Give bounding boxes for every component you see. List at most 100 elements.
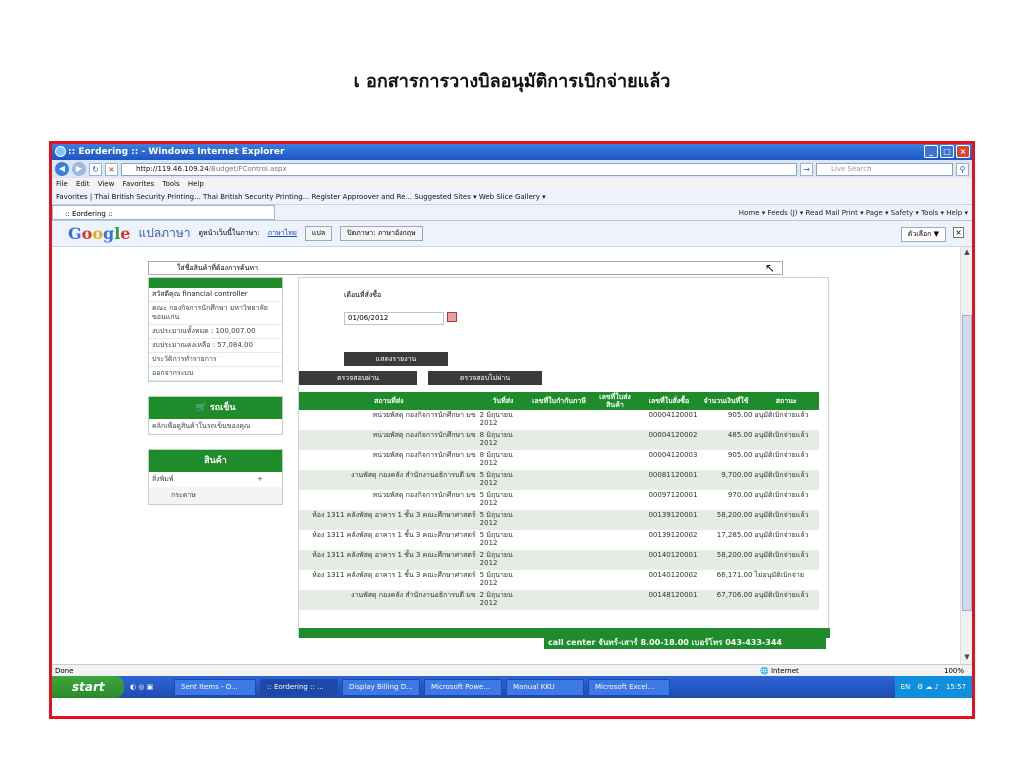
category-item[interactable]: สิ่งพิมพ์ + xyxy=(149,472,282,487)
month-label: เดือนที่สั่งซื้อ xyxy=(344,291,382,299)
cart-link[interactable]: คลิกเพื่อดูสินค้าในรถเข็นของคุณ xyxy=(149,419,282,434)
address-bar-row: ◀ ▶ ↻ × http://119.46.109.24/Budget/FCon… xyxy=(52,160,972,178)
sidebar-item-history[interactable]: ประวัติการทำรายการ xyxy=(149,353,282,367)
tab-eordering[interactable]: :: Eordering :: xyxy=(52,205,275,220)
taskbar-item[interactable]: Microsoft Excel... xyxy=(588,678,670,696)
minimize-button[interactable]: _ xyxy=(924,145,938,158)
vertical-scrollbar[interactable]: ▲ ▼ xyxy=(960,247,972,664)
taskbar-item[interactable]: Manual KKU xyxy=(506,678,584,696)
table-cell-date: 2 มิถุนายน 2012 xyxy=(478,550,528,570)
table-cell-amt: 58,200.00 xyxy=(698,510,754,530)
table-cell-del xyxy=(590,550,640,570)
table-row: งานพัสดุ กองคลัง สำนักงานอธิการบดี มข 2 ม… xyxy=(299,590,819,610)
sidebar-header xyxy=(149,278,282,288)
call-center-bar: call center จันทร์-เสาร์ 8.00-18.00 เบอร… xyxy=(544,637,826,649)
table-row: ห้อง 1311 คลังพัสดุ อาคาร 1 ชั้น 3 คณะศึ… xyxy=(299,530,819,550)
translate-label: แปลภาษา xyxy=(138,226,191,240)
cart-box: 🛒 รถเข็น คลิกเพื่อดูสินค้าในรถเข็นของคุณ xyxy=(148,396,283,435)
table-cell-tax xyxy=(527,450,590,470)
language-indicator[interactable]: EN xyxy=(901,683,911,691)
table-cell-loc: หน่วยพัสดุ กองกิจการนักศึกษา มข xyxy=(372,411,476,419)
taskbar-item[interactable]: Microsoft Powe... xyxy=(424,678,502,696)
table-cell-date: 2 มิถุนายน 2012 xyxy=(478,590,528,610)
taskbar-item[interactable]: Display Billing D... xyxy=(342,678,420,696)
page-content: ใส่ชื่อสินค้าที่ต้องการค้นหา ↖ สวัสดีคุณ… xyxy=(52,247,972,664)
quick-launch[interactable]: ◐ ◎ ▣ xyxy=(130,683,170,691)
table-cell-po: 00004120001 xyxy=(648,411,698,419)
subcategory-item[interactable]: กระดาษ xyxy=(149,487,282,504)
scroll-down-icon[interactable]: ▼ xyxy=(962,653,972,663)
table-cell-date: 5 มิถุนายน 2012 xyxy=(479,571,513,587)
table-cell-loc: ห้อง 1311 คลังพัสดุ อาคาร 1 ชั้น 3 คณะศึ… xyxy=(299,510,479,530)
clock: 15:57 xyxy=(945,683,966,691)
table-cell-tax xyxy=(527,490,590,510)
google-logo: Google xyxy=(68,224,131,243)
table-cell-tax xyxy=(527,510,591,530)
table-cell-date: 2 มิถุนายน 2012 xyxy=(479,411,513,427)
sidebar-greeting: สวัสดีคุณ financial controller xyxy=(149,288,282,302)
refresh-icon[interactable]: ↻ xyxy=(89,162,102,176)
cart-title: 🛒 รถเข็น xyxy=(149,397,282,419)
search-input[interactable]: Live Search xyxy=(816,162,953,176)
report-panel: เดือนที่สั่งซื้อ 01/06/2012 แสดงรายงาน ต… xyxy=(298,277,830,638)
table-cell-del xyxy=(590,590,640,610)
sidebar-item-logout[interactable]: ออกจากระบบ xyxy=(149,367,282,381)
slide-title: เ อกสารการวางบิลอนุมัติการเบิกจ่ายแล้ว xyxy=(353,71,671,92)
calendar-icon[interactable] xyxy=(447,312,457,322)
system-tray: EN ⚙ ☁ ♪ 15:57 xyxy=(894,676,972,698)
translate-button[interactable]: แปล xyxy=(304,226,333,241)
table-cell-status: อนุมัติเบิกจ่ายแล้ว xyxy=(753,550,819,570)
show-report-button[interactable]: แสดงรายงาน xyxy=(344,352,448,366)
start-button[interactable]: start xyxy=(52,676,124,698)
stop-icon[interactable]: × xyxy=(105,162,118,176)
language-select[interactable]: ภาษาไทย xyxy=(268,228,297,239)
table-cell-loc: ห้อง 1311 คลังพัสดุ อาคาร 1 ชั้น 3 คณะศึ… xyxy=(299,550,479,570)
google-translate-bar: Google แปลภาษา ดูหน้าเว็บนี้ในภาษา: ภาษา… xyxy=(52,221,972,247)
maximize-button[interactable]: □ xyxy=(940,145,954,158)
table-header-cell: เลขที่ใบกำกับภาษี xyxy=(527,392,591,410)
tab-passed[interactable]: ตรวจสอบผ่าน xyxy=(299,371,417,385)
forward-button[interactable]: ▶ xyxy=(72,162,86,176)
back-button[interactable]: ◀ xyxy=(55,162,69,176)
go-button[interactable]: → xyxy=(800,162,813,176)
options-button[interactable]: ตัวเลือก ▼ xyxy=(900,227,946,242)
scroll-up-icon[interactable]: ▲ xyxy=(962,248,972,258)
zoom-level[interactable]: 100% xyxy=(944,665,964,677)
menu-bar[interactable]: File Edit View Favorites Tools Help xyxy=(52,178,972,190)
table-cell-status: อนุมัติเบิกจ่ายแล้ว xyxy=(753,590,819,610)
address-input[interactable]: http://119.46.109.24/Budget/FControl.asp… xyxy=(121,162,797,176)
table-cell-po: 00148120001 xyxy=(639,590,699,610)
table-cell-loc: หน่วยพัสดุ กองกิจการนักศึกษา มข xyxy=(372,491,476,499)
table-cell-status: อนุมัติเบิกจ่ายแล้ว xyxy=(754,491,809,499)
sidebar-department: คณะ กองกิจการนักศึกษา มหาวิทยาลัยขอนแก่น xyxy=(149,302,282,325)
tab-failed[interactable]: ตรวจสอบไม่ผ่าน xyxy=(428,371,542,385)
table-cell-amt: 485.00 xyxy=(698,430,754,450)
table-cell-status: อนุมัติเบิกจ่ายแล้ว xyxy=(754,411,809,419)
view-prompt: ดูหน้าเว็บนี้ในภาษา: xyxy=(198,229,260,237)
table-cell-po: 00139120001 xyxy=(639,510,699,530)
close-translate-icon[interactable]: × xyxy=(953,227,964,238)
scroll-thumb[interactable] xyxy=(962,315,972,611)
product-search-input[interactable]: ใส่ชื่อสินค้าที่ต้องการค้นหา xyxy=(148,261,783,275)
command-bar[interactable]: Home ▾ Feeds (J) ▾ Read Mail Print ▾ Pag… xyxy=(275,205,972,220)
table-cell-amt: 67,706.00 xyxy=(698,590,754,610)
products-box: สินค้า สิ่งพิมพ์ + กระดาษ xyxy=(148,449,283,505)
ie-icon xyxy=(55,146,66,157)
date-input[interactable]: 01/06/2012 xyxy=(344,312,444,325)
taskbar: start ◐ ◎ ▣ Sent Items - O...:: Eorderin… xyxy=(52,676,972,698)
table-cell-amt: 9,700.00 xyxy=(698,470,754,490)
sidebar-budget-total: งบประมาณทั้งหมด : 100,007.00 xyxy=(149,325,282,339)
taskbar-item[interactable]: :: Eordering :: ... xyxy=(260,678,338,696)
search-icon[interactable]: ⚲ xyxy=(956,162,969,176)
table-header-cell: เลขที่ใบส่งสินค้า xyxy=(590,392,640,410)
report-table: สถานที่ส่ง วันที่ส่ง เลขที่ใบกำกับภาษี เลขท… xyxy=(299,392,830,610)
taskbar-item[interactable]: Sent Items - O... xyxy=(174,678,256,696)
turn-off-button[interactable]: ปิดภาษา: ภาษาอังกฤษ xyxy=(340,226,423,241)
favorites-bar[interactable]: Favorites | Thai British Security Printi… xyxy=(52,190,972,205)
table-cell-status: อนุมัติเบิกจ่ายแล้ว xyxy=(753,430,819,450)
table-cell-amt: 970.00 xyxy=(727,491,753,499)
table-cell-status: อนุมัติเบิกจ่ายแล้ว xyxy=(754,451,809,459)
close-button[interactable]: × xyxy=(956,145,970,158)
table-cell-date: 5 มิถุนายน 2012 xyxy=(478,470,528,490)
table-cell-po: 00081120001 xyxy=(639,470,699,490)
